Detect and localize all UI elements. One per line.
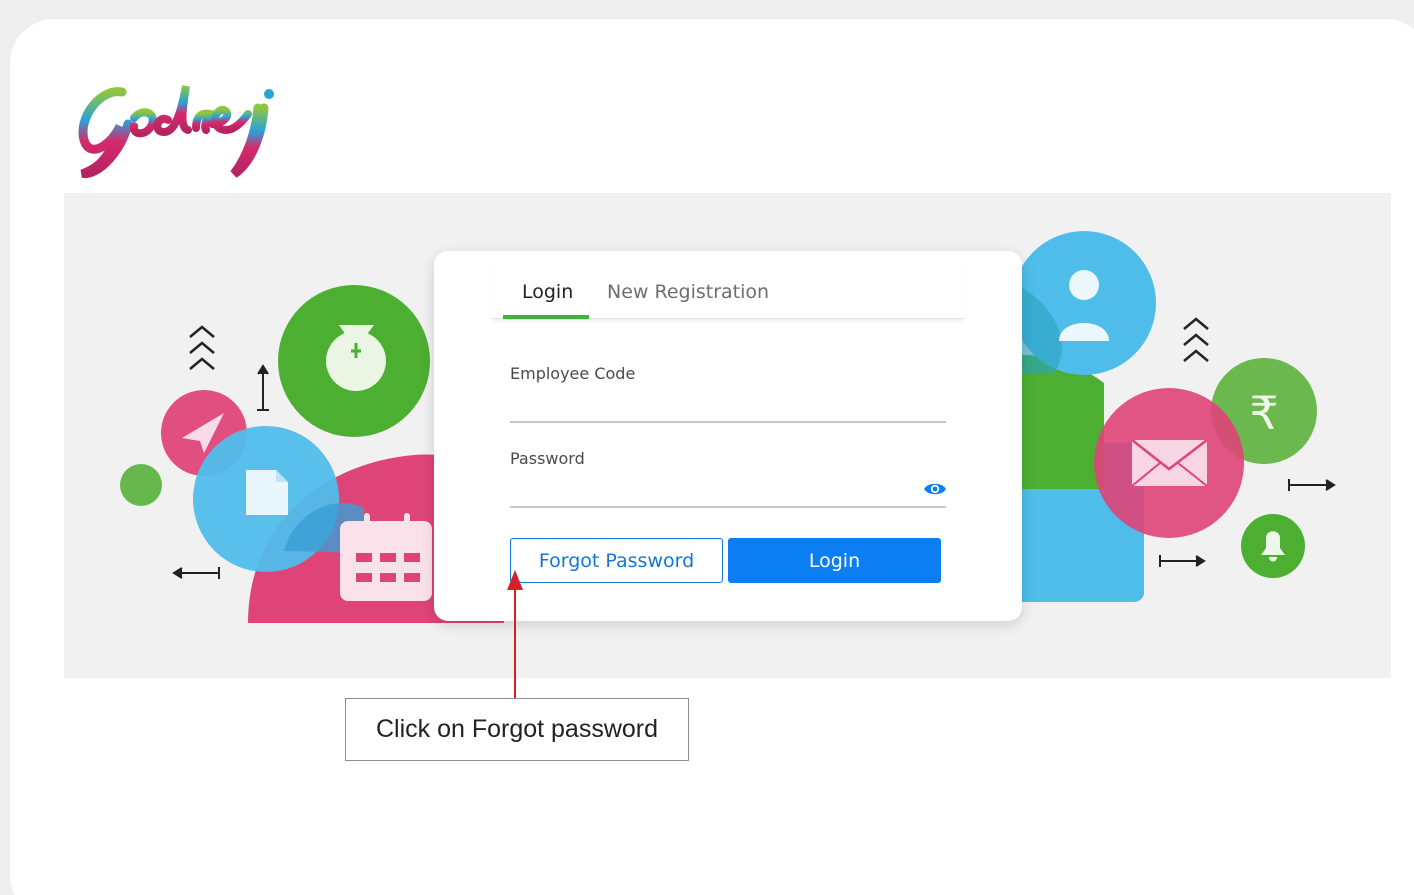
chevrons-up-icon-right (1183, 317, 1209, 362)
employee-code-input[interactable] (510, 391, 946, 423)
callout-arrow-icon (507, 570, 523, 700)
password-input[interactable] (510, 476, 946, 508)
tab-login[interactable]: Login (522, 281, 573, 303)
rupee-icon: ₹ (1249, 386, 1278, 440)
mail-icon (1131, 439, 1208, 487)
eye-icon[interactable] (923, 480, 947, 498)
small-green-dot (120, 464, 162, 506)
horizontal-arrow-right-icon (1288, 479, 1336, 491)
active-tab-indicator (503, 315, 589, 319)
login-button[interactable]: Login (728, 538, 941, 583)
callout-box: Click on Forgot password (345, 698, 689, 761)
chevrons-up-icon (189, 325, 215, 370)
employee-code-label: Employee Code (510, 364, 636, 383)
godrej-logo (78, 85, 274, 178)
login-card: Login New Registration Employee Code Pas… (434, 251, 1022, 621)
auth-tabs: Login New Registration (491, 259, 965, 319)
document-icon (246, 470, 288, 515)
password-label: Password (510, 449, 585, 468)
forgot-password-button[interactable]: Forgot Password (510, 538, 723, 583)
tab-new-registration[interactable]: New Registration (607, 281, 769, 303)
horizontal-arrow-right-icon-2 (1159, 555, 1206, 567)
calendar-icon (340, 513, 432, 601)
vertical-arrow-icon (257, 364, 269, 411)
callout-text: Click on Forgot password (375, 715, 659, 743)
horizontal-arrow-left-icon (172, 567, 220, 579)
